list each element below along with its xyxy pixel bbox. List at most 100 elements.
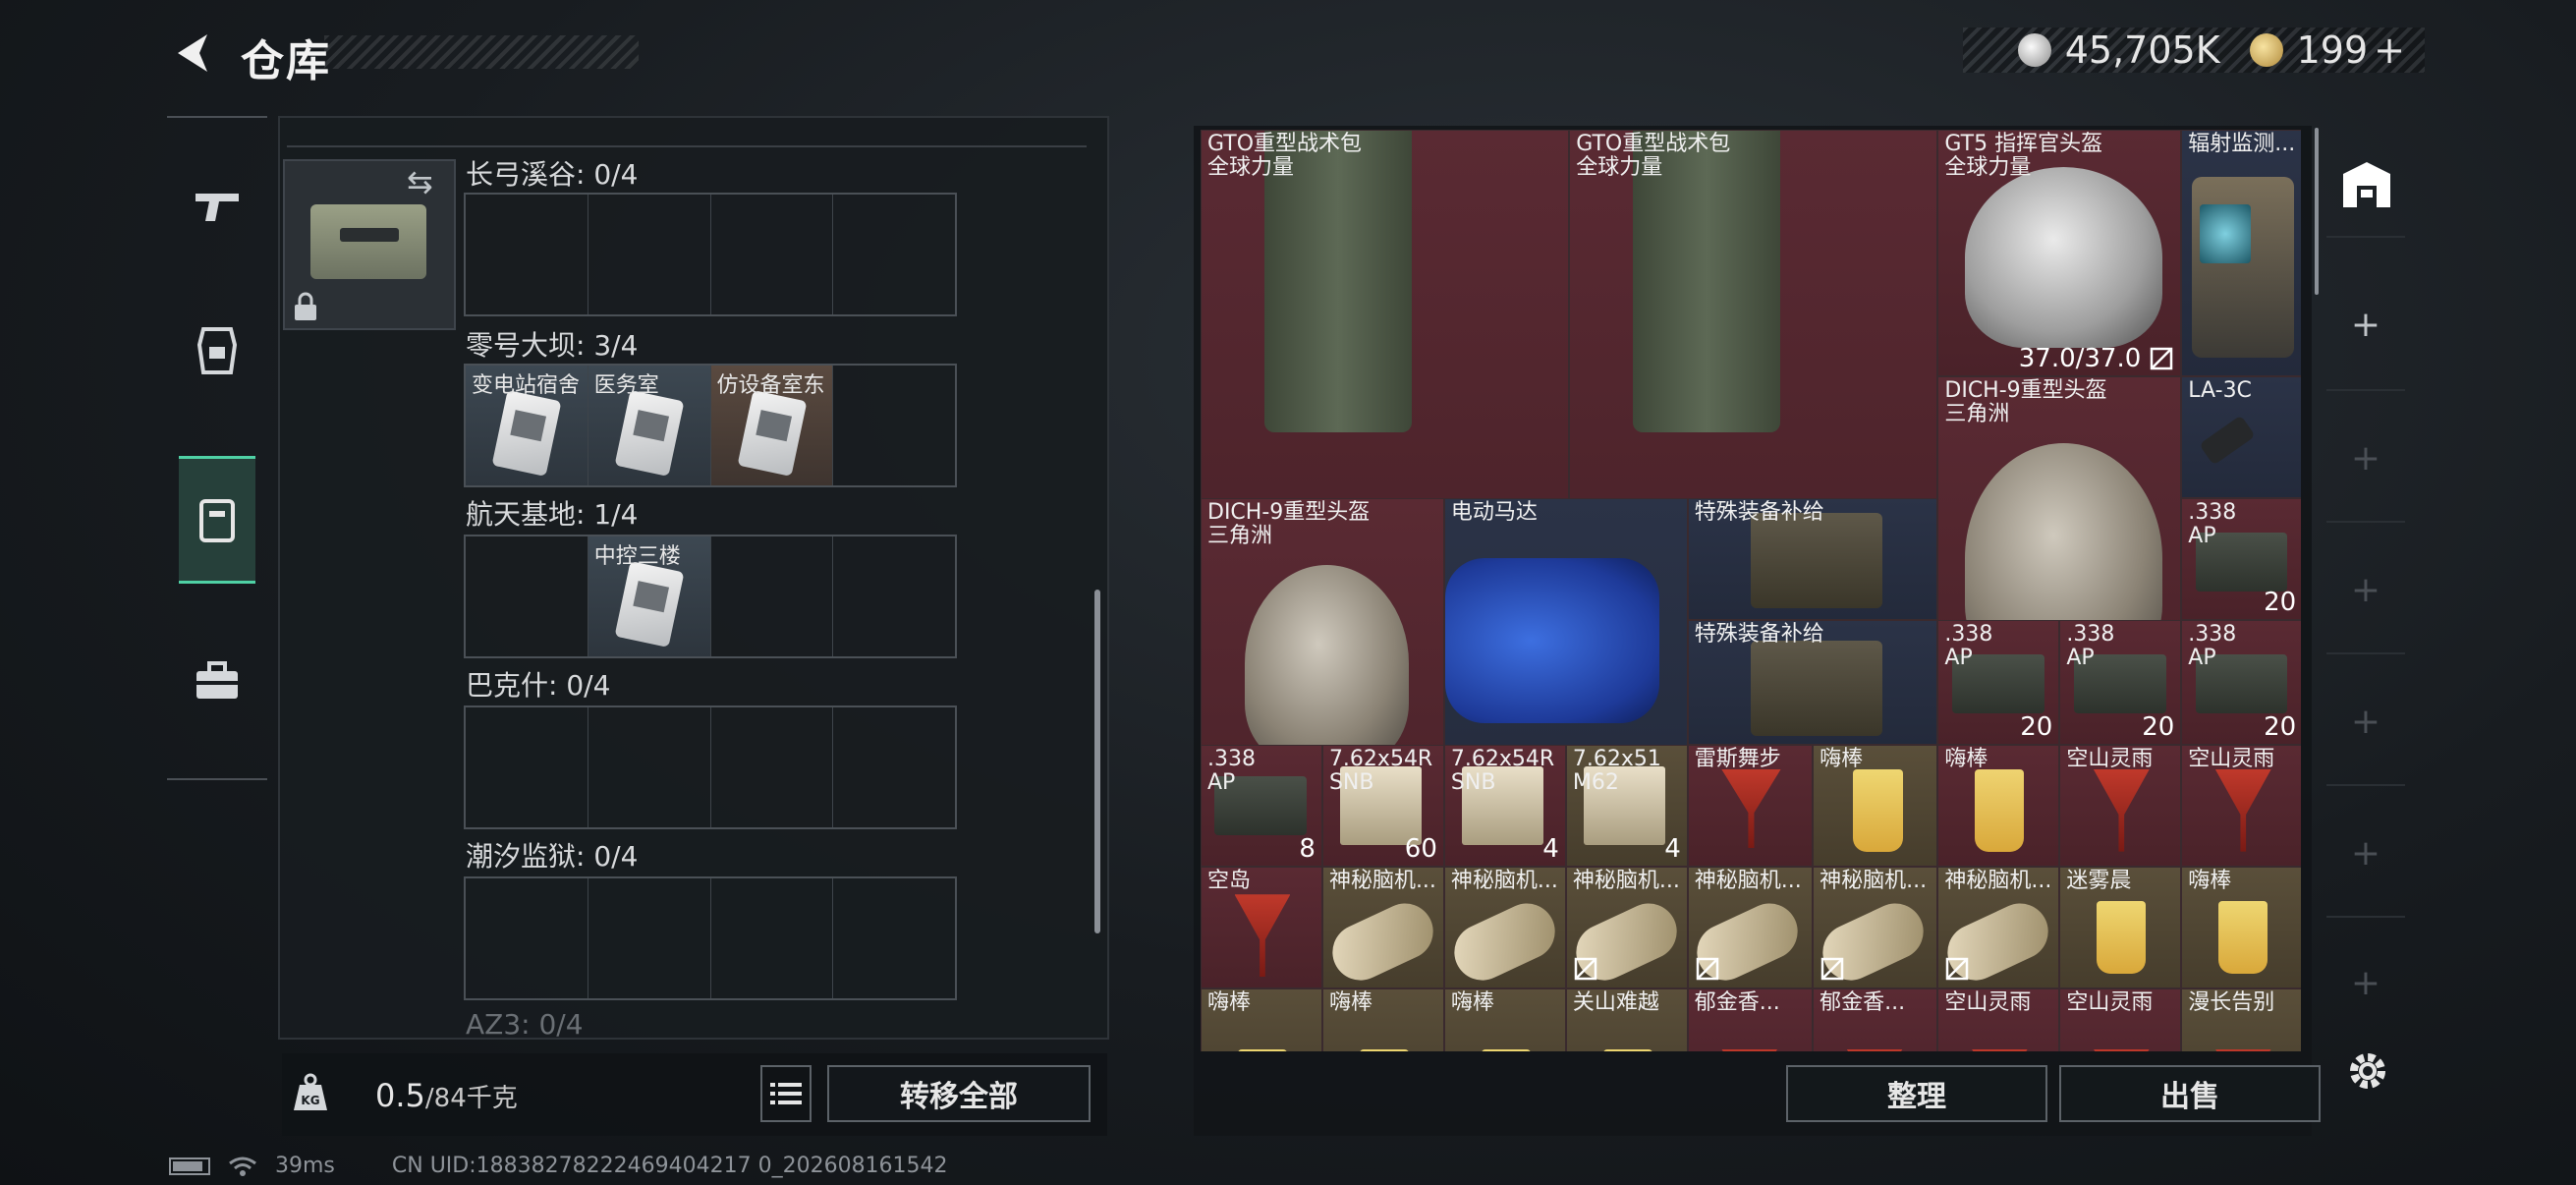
stash-item[interactable]: 雷斯舞步 [1687, 745, 1814, 868]
keycard-slot[interactable] [588, 878, 711, 998]
keycard-slot[interactable] [833, 366, 955, 485]
keycard-image [737, 390, 807, 477]
keycard-slot[interactable] [588, 195, 711, 314]
stash-item[interactable]: .338 AP 20 [2059, 620, 2182, 746]
stash-item[interactable]: 7.62x54R SNB 60 [1321, 745, 1444, 868]
keycard-slot[interactable] [833, 707, 955, 827]
item-name: .338 AP [1944, 622, 1993, 671]
nav-weapons[interactable] [179, 141, 255, 269]
keycard-slot[interactable] [466, 195, 588, 314]
keycard-slot[interactable] [466, 878, 588, 998]
add-stash-tab-button[interactable]: + [2336, 295, 2395, 354]
stash-item[interactable]: 神秘脑机... [1321, 867, 1444, 989]
keycard-slot[interactable] [711, 536, 834, 656]
item-name: 辐射监测... [2188, 132, 2296, 156]
keycard-slot[interactable] [711, 195, 834, 314]
stash-item[interactable]: 空山灵雨 [2059, 745, 2182, 868]
stash-item[interactable]: 郁金香... [1687, 988, 1814, 1051]
swap-icon[interactable]: ⇆ [407, 163, 433, 200]
stash-item[interactable]: .338 AP 20 [2181, 620, 2301, 746]
map-name: 零号大坝: 3/4 [466, 329, 639, 362]
stash-item[interactable]: 嗨棒 [1813, 745, 1938, 868]
keycard-slot[interactable] [711, 878, 834, 998]
pistol-icon [196, 194, 239, 221]
wifi-icon [229, 1157, 256, 1176]
keycard-slot[interactable]: 中控三楼 [588, 536, 711, 656]
nav-supplies[interactable] [179, 617, 255, 745]
lock-icon [293, 291, 318, 322]
stash-item[interactable]: 特殊装备补给 [1687, 498, 1938, 621]
stash-item[interactable]: .338 AP 8 [1201, 745, 1322, 868]
transfer-all-button[interactable]: 转移全部 [827, 1065, 1091, 1122]
keycard-slot[interactable] [711, 707, 834, 827]
keycard-label: 中控三楼 [593, 544, 681, 569]
item-image [1322, 894, 1442, 988]
item-name: 空山灵雨 [2066, 990, 2154, 1016]
keycard-slot[interactable] [466, 536, 588, 656]
keycard-slot[interactable] [833, 878, 955, 998]
stash-item[interactable]: 神秘脑机... [1443, 867, 1566, 989]
panel-divider [287, 124, 1087, 147]
stash-item[interactable]: 神秘脑机... [1687, 867, 1814, 989]
nav-equipment[interactable] [179, 287, 255, 415]
item-name: 7.62x51 M62 [1572, 747, 1661, 796]
item-image [1234, 894, 1291, 977]
item-image [2097, 900, 2147, 974]
stash-item[interactable]: 关山难越 [1565, 988, 1688, 1051]
stash-scrollbar[interactable] [2315, 128, 2319, 295]
keycard-label: 仿设备室东 [716, 373, 825, 398]
keycard-image [614, 561, 685, 648]
stash-item[interactable]: 漫长告别 [2181, 988, 2301, 1051]
item-name: GTO重型战术包 全球力量 [1576, 132, 1731, 180]
item-name: 神秘脑机... [1328, 869, 1436, 894]
stash-item[interactable]: 空山灵雨 [2059, 988, 2182, 1051]
settings-gear-icon[interactable] [2340, 1044, 2395, 1099]
item-image [1971, 1048, 2028, 1051]
stash-item[interactable]: 嗨棒 [1201, 988, 1322, 1051]
gold-amount[interactable]: 199 + [2297, 28, 2405, 72]
stash-item[interactable]: 7.62x54R SNB 4 [1443, 745, 1566, 868]
stash-item[interactable]: 空岛 [1201, 867, 1322, 989]
ping-value: 39ms [275, 1154, 335, 1178]
stash-item[interactable]: 空山灵雨 [1937, 988, 2060, 1051]
sort-button[interactable]: 整理 [1786, 1065, 2047, 1122]
stash-tab-main[interactable] [2338, 157, 2395, 214]
keycard-slot[interactable]: 仿设备室东 [710, 366, 834, 485]
item-image [1481, 1048, 1531, 1051]
sidebar-divider [2326, 389, 2405, 391]
stash-item[interactable]: 神秘脑机... [1565, 867, 1688, 989]
back-button[interactable] [165, 28, 224, 79]
keycard-case-image [310, 204, 426, 279]
stash-item[interactable]: 嗨棒 [1321, 988, 1444, 1051]
stash-item[interactable]: 神秘脑机... [1813, 867, 1938, 989]
list-view-button[interactable] [760, 1065, 812, 1122]
keycard-slot[interactable] [588, 707, 711, 827]
stash-item[interactable]: 嗨棒 [1443, 988, 1566, 1051]
stash-item[interactable]: 辐射监测... [2181, 130, 2301, 377]
stash-item[interactable]: 神秘脑机... [1937, 867, 2060, 989]
stash-item[interactable]: 7.62x51 M62 4 [1565, 745, 1688, 868]
item-image [2093, 1048, 2150, 1051]
keycard-row: 变电站宿舍 医务室 仿设备室东 [464, 364, 957, 487]
keycard-slot[interactable] [833, 195, 955, 314]
stash-item[interactable]: 嗨棒 [1937, 745, 2060, 868]
stash-item[interactable]: LA-3C [2181, 376, 2301, 499]
keycard-slot[interactable]: 医务室 [588, 366, 711, 485]
stash-item[interactable]: 空山灵雨 [2181, 745, 2301, 868]
item-name: 嗨棒 [1328, 990, 1372, 1016]
left-scrollbar[interactable] [1094, 590, 1100, 933]
keycard-slot[interactable]: 变电站宿舍 [466, 366, 588, 485]
nav-keys[interactable] [179, 456, 255, 584]
stash-item[interactable]: 郁金香... [1813, 988, 1938, 1051]
sell-button[interactable]: 出售 [2059, 1065, 2321, 1122]
item-image [1751, 641, 1883, 737]
keycard-slot[interactable] [833, 536, 955, 656]
item-count: 20 [2020, 712, 2053, 743]
stash-item[interactable]: .338 AP 20 [1937, 620, 2060, 746]
stash-item[interactable]: GT5 指挥官头盔 全球力量 37.0/37.0 [1937, 130, 2182, 377]
stash-item[interactable]: 嗨棒 [2181, 867, 2301, 989]
stash-item[interactable]: .338 AP 20 [2181, 498, 2301, 621]
stash-item[interactable]: 迷雾晨 [2059, 867, 2182, 989]
keycard-slot[interactable] [466, 707, 588, 827]
stash-item[interactable]: 特殊装备补给 [1687, 620, 1938, 746]
